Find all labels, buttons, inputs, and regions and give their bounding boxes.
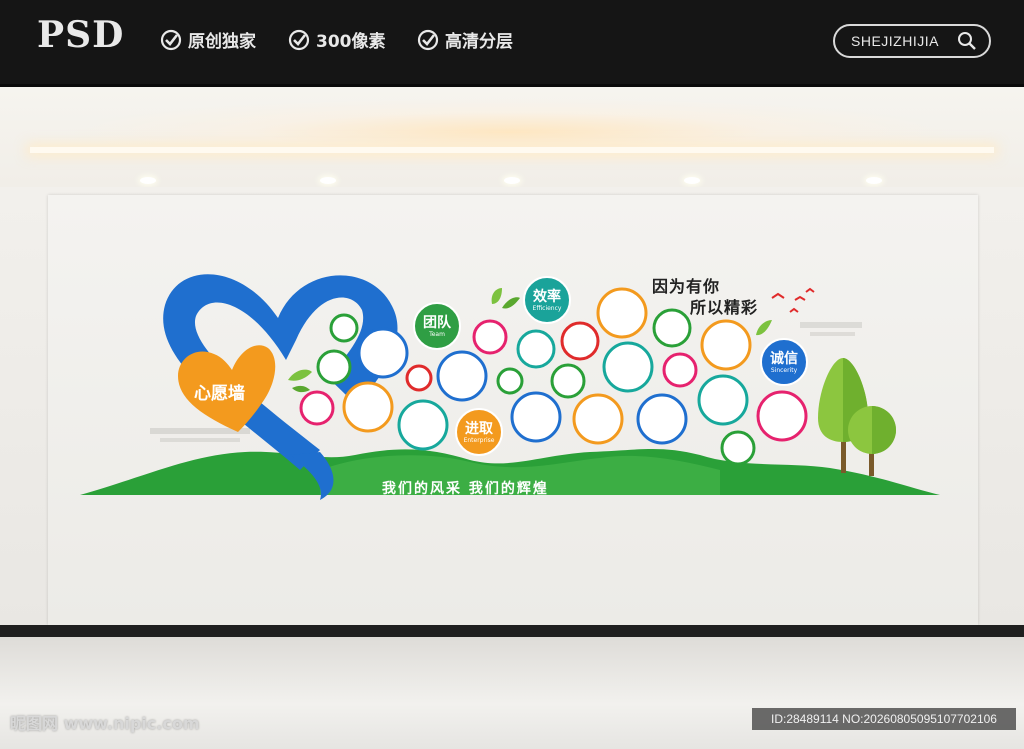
mural-artwork [80, 274, 940, 500]
badge-subtitle: Efficiency [532, 305, 562, 312]
photo-circle [510, 391, 562, 443]
mural-slogan: 我们的风采 我们的辉煌 [382, 481, 549, 497]
badge-team: 团队 Team [414, 315, 460, 339]
photo-circle [572, 393, 624, 445]
photo-circle [720, 430, 756, 466]
heart-label: 心愿墙 [194, 384, 245, 404]
photo-circle [357, 327, 409, 379]
photo-circle [697, 374, 749, 426]
photo-circle [299, 390, 335, 426]
bird-icon [771, 292, 785, 299]
photo-circle [652, 308, 692, 348]
badge-enterprise: 进取 Enterprise [456, 421, 502, 445]
bird-icon [805, 287, 815, 293]
quote-line2: 所以精彩 [690, 298, 759, 317]
photo-circle [602, 341, 654, 393]
photo-circle [700, 319, 752, 371]
photo-circle [436, 350, 488, 402]
leaf-icon [288, 369, 312, 381]
watermark-id: ID:28489114 NO:20260805095107702106 [752, 708, 1016, 730]
photo-circle [496, 367, 524, 395]
badge-title: 团队 [423, 315, 451, 331]
leaf-icon [502, 297, 520, 309]
leaf-icon [292, 385, 310, 393]
photo-circle [636, 393, 688, 445]
photo-circle [596, 287, 648, 339]
bird-icon [789, 307, 799, 313]
leaf-icon [491, 288, 502, 304]
photo-circle [342, 381, 394, 433]
photo-circle [316, 349, 352, 385]
shadow-stripe [810, 332, 855, 336]
round-tree-shade [872, 406, 896, 454]
shadow-stripe [160, 438, 240, 442]
badge-title: 进取 [465, 421, 493, 437]
badge-subtitle: Sincerity [770, 367, 798, 374]
photo-circle [472, 319, 508, 355]
photo-circle [560, 321, 600, 361]
photo-circle [405, 364, 433, 392]
photo-circle [329, 313, 359, 343]
quote-line1: 因为有你 [652, 277, 721, 296]
leaf-icon [756, 320, 772, 336]
badge-subtitle: Team [429, 331, 445, 338]
photo-circle [397, 399, 449, 451]
badge-title: 效率 [533, 289, 561, 305]
photo-circle [550, 363, 586, 399]
badge-efficiency: 效率 Efficiency [524, 289, 570, 313]
photo-circle [756, 390, 808, 442]
photo-circle [662, 352, 698, 388]
badge-title: 诚信 [770, 351, 798, 367]
photo-circle [516, 329, 556, 369]
bird-icon [794, 295, 806, 301]
badge-subtitle: Enterprise [463, 437, 495, 444]
watermark-site: 昵图网 www.nipic.com [10, 714, 200, 733]
shadow-stripe [800, 322, 862, 328]
badge-sincerity: 诚信 Sincerity [761, 351, 807, 375]
